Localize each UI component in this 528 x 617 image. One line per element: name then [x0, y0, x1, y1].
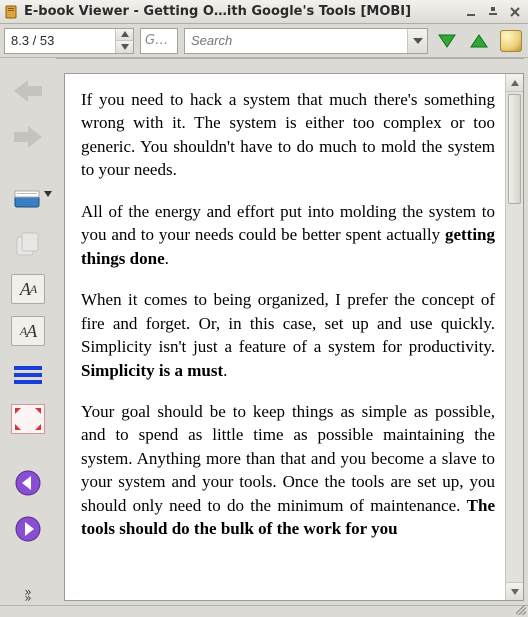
open-ebook-button[interactable] — [8, 182, 48, 216]
scroll-up-button[interactable] — [506, 74, 523, 92]
goto-box[interactable]: G… — [140, 28, 178, 54]
page-position-spinbox[interactable] — [4, 28, 134, 54]
window-titlebar: E-book Viewer - Getting O…ith Google's T… — [0, 0, 528, 24]
page-position-input[interactable] — [5, 29, 115, 53]
left-sidebar: AA AA »» — [0, 58, 56, 605]
copy-button[interactable] — [8, 228, 48, 262]
goto-placeholder: G… — [145, 33, 168, 48]
scrollbar-thumb[interactable] — [508, 94, 521, 204]
font-size-increase-button[interactable]: AA — [11, 274, 45, 304]
reference-mode-button[interactable] — [498, 28, 524, 54]
letter-a-small-icon: A — [30, 282, 36, 297]
next-page-button[interactable] — [8, 512, 48, 546]
search-box[interactable] — [184, 28, 428, 54]
back-button[interactable] — [8, 74, 48, 108]
expand-toolbar-button[interactable]: »» — [24, 589, 31, 601]
app-icon — [4, 4, 20, 20]
search-input[interactable] — [185, 33, 407, 48]
paragraph: All of the energy and effort put into mo… — [81, 200, 495, 270]
reader-pane: If you need to hack a system that much t… — [64, 73, 524, 601]
page-content: If you need to hack a system that much t… — [65, 74, 505, 600]
paragraph: Your goal should be to keep things as si… — [81, 400, 495, 566]
search-dropdown[interactable] — [407, 29, 427, 53]
minimize-button[interactable] — [462, 3, 480, 21]
page-position-up[interactable] — [116, 29, 133, 41]
paragraph: If you need to hack a system that much t… — [81, 88, 495, 182]
maximize-button[interactable] — [484, 3, 502, 21]
scroll-icon — [500, 30, 522, 52]
status-bar — [0, 605, 528, 617]
content-area: If you need to hack a system that much t… — [56, 58, 524, 605]
vertical-scrollbar[interactable] — [505, 74, 523, 600]
letter-a-large-icon: A — [20, 279, 30, 300]
search-next-button[interactable] — [434, 28, 460, 54]
search-prev-button[interactable] — [466, 28, 492, 54]
toc-button[interactable] — [8, 358, 48, 392]
close-button[interactable] — [506, 3, 524, 21]
forward-button[interactable] — [8, 120, 48, 154]
letter-a-large-icon: A — [26, 321, 36, 342]
window-title: E-book Viewer - Getting O…ith Google's T… — [24, 4, 458, 19]
fullscreen-button[interactable] — [11, 404, 45, 434]
previous-page-button[interactable] — [8, 466, 48, 500]
page-position-down[interactable] — [116, 40, 133, 53]
paragraph: When it comes to being organized, I pref… — [81, 288, 495, 382]
top-toolbar: G… — [0, 24, 528, 58]
scroll-down-button[interactable] — [506, 582, 523, 600]
font-size-decrease-button[interactable]: AA — [11, 316, 45, 346]
